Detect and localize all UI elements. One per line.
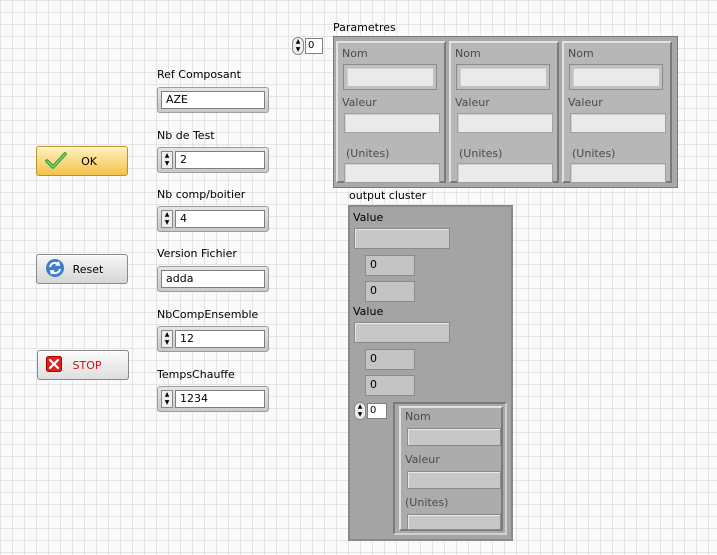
unites-label: (Unites) xyxy=(346,147,390,160)
value-label-2: Value xyxy=(353,305,384,318)
refresh-icon xyxy=(45,258,65,281)
nom-field[interactable] xyxy=(456,64,550,90)
unites-field[interactable] xyxy=(570,163,666,183)
valeur-field[interactable] xyxy=(344,113,440,133)
value-indicator-1 xyxy=(354,228,450,249)
valeur-label: Valeur xyxy=(568,96,603,109)
stop-button-label: STOP xyxy=(72,358,102,372)
parametres-index-value[interactable]: 0 xyxy=(305,38,323,54)
number-indicator-4: 0 xyxy=(365,375,415,396)
output-inner-cluster: Nom Valeur (Unites) xyxy=(393,402,507,535)
nb-comp-boitier-field[interactable]: 4 xyxy=(175,210,265,228)
version-fichier-control[interactable]: adda xyxy=(157,266,269,292)
nb-comp-boitier-control[interactable]: ▲ ▼ 4 xyxy=(157,206,269,232)
increment-decrement-icon[interactable]: ▲ ▼ xyxy=(161,151,173,169)
number-indicator-2: 0 xyxy=(365,281,415,302)
output-inner-element: Nom Valeur (Unites) xyxy=(399,406,503,531)
unites-indicator xyxy=(407,514,501,530)
parametres-element-3: Nom Valeur (Unites) xyxy=(562,41,672,183)
valeur-label: Valeur xyxy=(455,96,490,109)
output-array-index[interactable]: ▲ ▼ 0 xyxy=(354,402,387,420)
number-indicator-3: 0 xyxy=(365,349,415,370)
value-label-1: Value xyxy=(353,211,384,224)
ref-composant-field[interactable]: AZE xyxy=(161,91,265,109)
nom-indicator xyxy=(407,428,501,446)
valeur-indicator xyxy=(407,471,501,489)
increment-decrement-icon[interactable]: ▲ ▼ xyxy=(161,210,173,228)
index-spin-icon[interactable]: ▲ ▼ xyxy=(292,37,304,55)
number-indicator-1: 0 xyxy=(365,255,415,276)
nb-de-test-label: Nb de Test xyxy=(157,129,215,142)
parametres-label: Parametres xyxy=(333,21,396,34)
reset-button[interactable]: Reset xyxy=(36,254,128,284)
nom-label: Nom xyxy=(405,410,431,423)
parametres-element-2: Nom Valeur (Unites) xyxy=(449,41,559,183)
parametres-index[interactable]: ▲ ▼ 0 xyxy=(292,37,323,55)
increment-decrement-icon[interactable]: ▲ ▼ xyxy=(161,390,173,408)
output-array-index-value[interactable]: 0 xyxy=(367,403,387,419)
ok-button-label: OK xyxy=(81,154,97,168)
checkmark-icon xyxy=(45,151,67,172)
increment-decrement-icon[interactable]: ▲ ▼ xyxy=(161,330,173,348)
value-indicator-2 xyxy=(354,322,450,343)
valeur-label: Valeur xyxy=(342,96,377,109)
parametres-array: Nom Valeur (Unites) Nom Valeur (Unites) … xyxy=(333,36,678,188)
unites-label: (Unites) xyxy=(405,496,449,509)
nb-comp-ensemble-label: NbCompEnsemble xyxy=(157,308,259,321)
index-spin-icon[interactable]: ▲ ▼ xyxy=(354,402,366,420)
nb-comp-ensemble-field[interactable]: 12 xyxy=(175,330,265,348)
nb-comp-boitier-label: Nb comp/boitier xyxy=(157,188,246,201)
ref-composant-label: Ref Composant xyxy=(157,68,241,81)
reset-button-label: Reset xyxy=(72,262,104,276)
nom-label: Nom xyxy=(342,47,368,60)
nom-label: Nom xyxy=(455,47,481,60)
ok-button[interactable]: OK xyxy=(36,146,128,176)
unites-field[interactable] xyxy=(457,163,553,183)
ref-composant-control[interactable]: AZE xyxy=(157,87,269,113)
nom-label: Nom xyxy=(568,47,594,60)
valeur-label: Valeur xyxy=(405,453,440,466)
version-fichier-label: Version Fichier xyxy=(157,247,237,260)
valeur-field[interactable] xyxy=(570,113,666,133)
nom-field[interactable] xyxy=(343,64,437,90)
output-cluster: Value 0 0 Value 0 0 ▲ ▼ 0 Nom Valeur (Uni… xyxy=(348,205,513,541)
nb-de-test-field[interactable]: 2 xyxy=(175,151,265,169)
temps-chauffe-control[interactable]: ▲ ▼ 1234 xyxy=(157,386,269,412)
temps-chauffe-label: TempsChauffe xyxy=(157,368,235,381)
nom-field[interactable] xyxy=(569,64,663,90)
nb-de-test-control[interactable]: ▲ ▼ 2 xyxy=(157,147,269,173)
valeur-field[interactable] xyxy=(457,113,553,133)
unites-label: (Unites) xyxy=(459,147,503,160)
temps-chauffe-field[interactable]: 1234 xyxy=(175,390,265,408)
unites-label: (Unites) xyxy=(572,147,616,160)
version-fichier-field[interactable]: adda xyxy=(161,270,265,288)
parametres-element-1: Nom Valeur (Unites) xyxy=(336,41,446,183)
nb-comp-ensemble-control[interactable]: ▲ ▼ 12 xyxy=(157,326,269,352)
stop-button[interactable]: STOP xyxy=(37,350,129,380)
unites-field[interactable] xyxy=(344,163,440,183)
stop-x-icon xyxy=(46,355,62,375)
output-cluster-label: output cluster xyxy=(349,189,427,202)
